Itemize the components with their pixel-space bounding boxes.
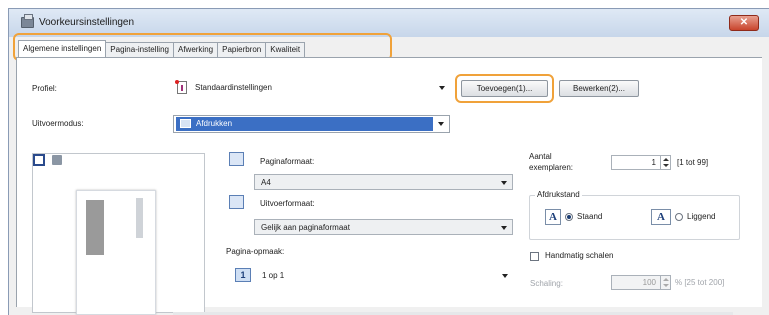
spinner-arrows-icon[interactable] bbox=[660, 276, 670, 289]
chevron-down-icon bbox=[438, 122, 444, 126]
page-size-icon bbox=[229, 152, 244, 166]
copies-range: [1 tot 99] bbox=[677, 158, 709, 167]
profile-value: Standaardinstellingen bbox=[195, 83, 272, 92]
edit-profile-button[interactable]: Bewerken(2)... bbox=[559, 80, 639, 97]
output-mode-value: Afdrukken bbox=[196, 119, 233, 128]
profile-icon bbox=[175, 80, 187, 94]
landscape-radio[interactable] bbox=[675, 213, 683, 221]
copies-label-line2: exemplaren: bbox=[529, 163, 574, 172]
tab-quality[interactable]: Kwaliteit bbox=[265, 42, 306, 58]
scaling-spinner[interactable]: 100 bbox=[611, 275, 671, 290]
output-size-icon bbox=[229, 195, 244, 209]
orientation-portrait-icon: A bbox=[545, 209, 561, 225]
window-title: Voorkeursinstellingen bbox=[39, 17, 135, 28]
tab-paper-source[interactable]: Papierbron bbox=[217, 42, 267, 58]
tab-bar: Algemene instellingen Pagina-instelling … bbox=[18, 40, 306, 58]
output-size-value: Gelijk aan paginaformaat bbox=[261, 223, 350, 232]
page-size-label: Paginaformaat: bbox=[260, 157, 315, 166]
manual-scaling-checkbox[interactable] bbox=[530, 252, 539, 261]
orientation-group-label: Afdrukstand bbox=[535, 190, 582, 199]
chevron-down-icon bbox=[439, 86, 445, 90]
tab-finishing[interactable]: Afwerking bbox=[172, 42, 219, 58]
printer-icon bbox=[180, 119, 191, 128]
scaling-value: 100 bbox=[642, 278, 656, 287]
copies-value: 1 bbox=[651, 158, 656, 167]
output-size-select[interactable]: Gelijk aan paginaformaat bbox=[254, 219, 513, 235]
add-profile-button[interactable]: Toevoegen(1)... bbox=[461, 80, 548, 97]
preview-page-image bbox=[86, 200, 104, 255]
copies-label-line1: Aantal bbox=[529, 152, 552, 161]
tab-page-setup[interactable]: Pagina-instelling bbox=[105, 42, 174, 58]
printer-icon bbox=[21, 14, 34, 28]
preview-printer-icon[interactable] bbox=[52, 155, 62, 165]
chevron-down-icon bbox=[501, 226, 507, 230]
manual-scaling-label: Handmatig schalen bbox=[545, 251, 614, 260]
profile-label: Profiel: bbox=[32, 84, 57, 93]
output-mode-selected: Afdrukken bbox=[176, 117, 433, 131]
close-button[interactable]: ✕ bbox=[729, 15, 759, 31]
page-layout-value: 1 op 1 bbox=[262, 271, 285, 280]
preview-page-view-toggle[interactable] bbox=[33, 154, 45, 166]
output-mode-select[interactable]: Afdrukken bbox=[173, 115, 450, 133]
tab-general-settings[interactable]: Algemene instellingen bbox=[18, 40, 107, 58]
chevron-down-icon bbox=[501, 181, 507, 185]
page-size-value: A4 bbox=[261, 178, 271, 187]
orientation-landscape-icon: A bbox=[651, 209, 671, 225]
preview-page-bar bbox=[136, 198, 143, 238]
chevron-down-icon bbox=[502, 274, 508, 278]
page-layout-select[interactable]: 1 1 op 1 bbox=[229, 266, 513, 286]
output-mode-label: Uitvoermodus: bbox=[32, 119, 84, 128]
profile-select[interactable]: Standaardinstellingen bbox=[173, 80, 450, 96]
spinner-arrows-icon[interactable] bbox=[660, 156, 670, 169]
page-layout-icon: 1 bbox=[235, 268, 251, 282]
scaling-label: Schaling: bbox=[530, 279, 563, 288]
portrait-label: Staand bbox=[577, 212, 603, 221]
output-size-label: Uitvoerformaat: bbox=[260, 199, 315, 208]
portrait-radio[interactable] bbox=[565, 213, 573, 221]
landscape-label: Liggend bbox=[687, 212, 716, 221]
page-layout-label: Pagina-opmaak: bbox=[226, 247, 285, 256]
copies-spinner[interactable]: 1 bbox=[611, 155, 671, 170]
page-size-select[interactable]: A4 bbox=[254, 174, 513, 190]
scaling-range: % [25 tot 200] bbox=[675, 278, 725, 287]
